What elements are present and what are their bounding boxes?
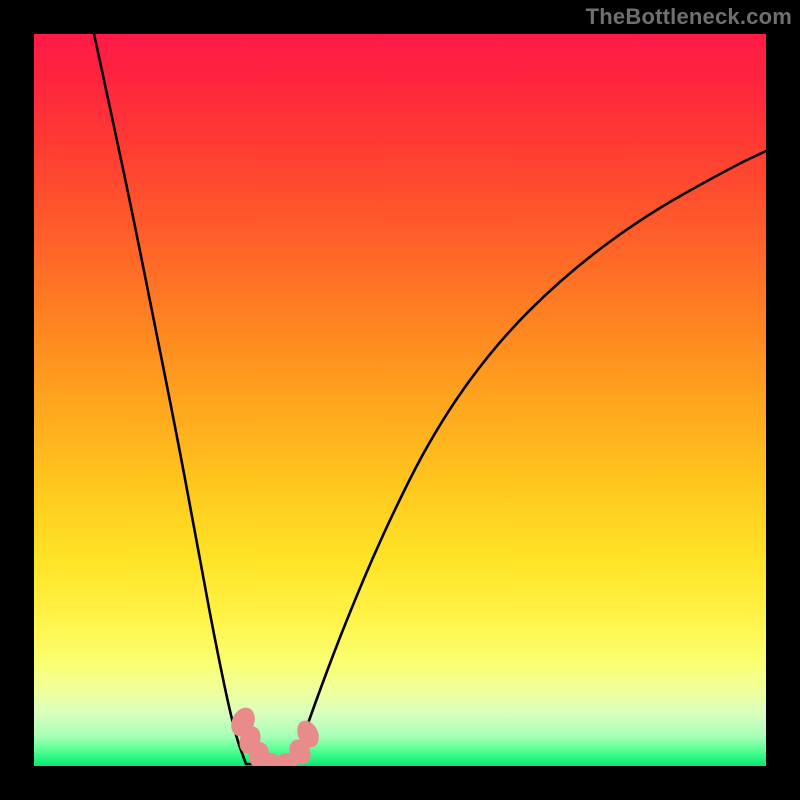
chart-stage: TheBottleneck.com bbox=[0, 0, 800, 800]
curve-svg bbox=[34, 34, 766, 766]
watermark-text: TheBottleneck.com bbox=[586, 4, 792, 30]
curve-markers bbox=[227, 704, 323, 766]
bottleneck-curve bbox=[94, 34, 766, 764]
plot-area bbox=[34, 34, 766, 766]
